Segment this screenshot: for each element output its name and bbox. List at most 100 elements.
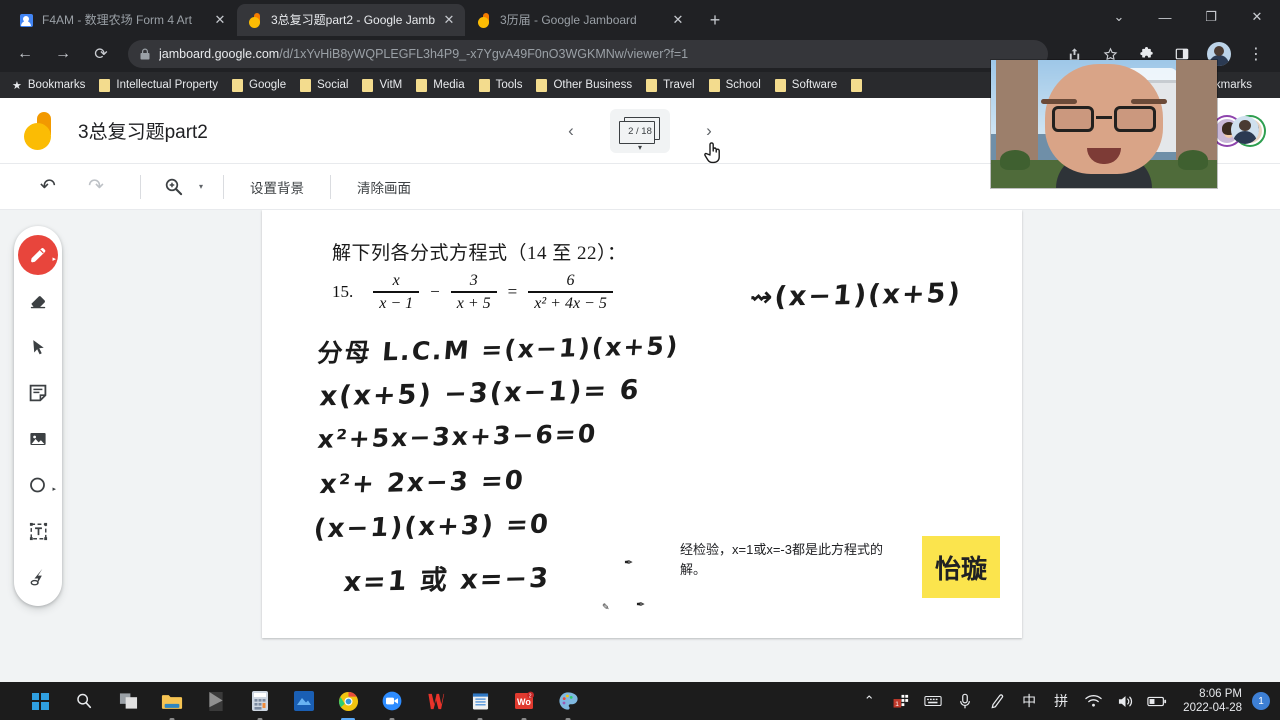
previous-frame-button[interactable]: ‹ xyxy=(554,114,588,148)
bookmark-label: VitM xyxy=(379,79,403,91)
notepad-app-icon[interactable] xyxy=(465,686,495,720)
task-view-icon[interactable] xyxy=(113,686,143,716)
text-box-tool[interactable] xyxy=(18,511,58,551)
denominator: x² + 4x − 5 xyxy=(534,294,607,312)
zoom-icon[interactable] xyxy=(155,169,191,205)
tab-strip: F4AM - 数理农场 Form 4 Art ✕ 3总复习题part2 - Go… xyxy=(0,0,1280,36)
ime-mode-indicator[interactable]: 中 xyxy=(1016,688,1042,714)
folder-icon xyxy=(708,78,720,92)
tab-title: 3历届 - Google Jamboard xyxy=(500,13,637,27)
battery-icon[interactable] xyxy=(1144,688,1170,714)
eraser-tool[interactable] xyxy=(18,281,58,321)
reload-icon[interactable]: ⟳ xyxy=(86,39,116,69)
clock-date: 2022-04-28 xyxy=(1183,702,1242,714)
svg-text:1: 1 xyxy=(895,700,899,707)
redo-button[interactable]: ↷ xyxy=(78,169,114,205)
bookmark-item-google[interactable]: Google xyxy=(232,78,286,92)
bookmark-item-other-business[interactable]: Other Business xyxy=(536,78,632,92)
chevron-down-icon[interactable]: ▾ xyxy=(638,144,642,152)
volume-icon[interactable] xyxy=(1112,688,1138,714)
tray-chevron-icon[interactable]: ⌃ xyxy=(856,688,882,714)
browser-tab-0[interactable]: F4AM - 数理农场 Form 4 Art ✕ xyxy=(8,4,236,36)
clock[interactable]: 8:06 PM 2022-04-28 xyxy=(1183,687,1242,715)
select-tool[interactable] xyxy=(18,327,58,367)
bookmark-item-extra[interactable] xyxy=(851,78,868,92)
answer-textbox[interactable]: 经检验，x=1或x=-3都是此方程式的解。 xyxy=(680,540,892,580)
chevron-right-icon[interactable]: ▸ xyxy=(52,255,56,263)
tab-close-button[interactable]: ✕ xyxy=(670,12,686,28)
wifi-icon[interactable] xyxy=(1080,688,1106,714)
microphone-icon[interactable] xyxy=(952,688,978,714)
search-icon[interactable] xyxy=(69,686,99,716)
ime-pinyin-indicator[interactable]: 拼 xyxy=(1048,688,1074,714)
jam-title[interactable]: 3总复习题part2 xyxy=(78,117,208,144)
sticky-note[interactable]: 怡璇 xyxy=(922,536,1000,598)
chrome-icon[interactable] xyxy=(333,686,363,720)
tab-search-icon[interactable]: ⌄ xyxy=(1096,0,1142,34)
laser-tool[interactable] xyxy=(18,557,58,597)
video-call-overlay[interactable] xyxy=(991,60,1217,188)
bookmark-item-tools[interactable]: Tools xyxy=(478,78,522,92)
handwriting-line-0: ⇝(x−1)(x+5) xyxy=(748,277,964,314)
bookmark-item-bookmarks[interactable]: ★ Bookmarks xyxy=(12,79,85,92)
clear-frame-button[interactable]: 清除画面 xyxy=(345,171,423,203)
folder-icon xyxy=(416,78,428,92)
minimize-button[interactable]: — xyxy=(1142,0,1188,34)
fraction-term-2: 3 x + 5 xyxy=(450,272,497,313)
tab-close-button[interactable]: ✕ xyxy=(212,12,228,28)
jam-frame[interactable]: 解下列各分式方程式（14 至 22）： 15. x x − 1 − 3 x + … xyxy=(262,210,1022,638)
tab-close-button[interactable]: ✕ xyxy=(441,12,457,28)
next-frame-button[interactable]: › xyxy=(692,114,726,148)
image-tool[interactable] xyxy=(18,419,58,459)
undo-button[interactable]: ↶ xyxy=(30,169,66,205)
new-tab-button[interactable]: + xyxy=(701,6,729,34)
lock-icon xyxy=(140,48,150,60)
maximize-button[interactable]: ❐ xyxy=(1188,0,1234,34)
tab-title: 3总复习题part2 - Google Jamboa xyxy=(271,13,435,27)
bookmark-item-intellectual-property[interactable]: Intellectual Property xyxy=(99,78,218,92)
shape-tool[interactable]: ▸ xyxy=(18,465,58,505)
browser-tab-2[interactable]: 3历届 - Google Jamboard ✕ xyxy=(466,4,694,36)
jamboard-icon xyxy=(247,12,263,28)
svg-text:2: 2 xyxy=(529,693,532,699)
action-center-badge[interactable]: 1 xyxy=(1252,692,1270,710)
frame-indicator[interactable]: 2 / 18 ▾ xyxy=(610,109,670,153)
folder-icon xyxy=(646,78,658,92)
word-app-icon[interactable]: Wo 2 xyxy=(509,686,539,720)
bookmark-item-software[interactable]: Software xyxy=(774,78,837,92)
sticky-note-tool[interactable] xyxy=(18,373,58,413)
app-icon-dark[interactable] xyxy=(201,686,231,716)
keyboard-icon[interactable] xyxy=(920,688,946,714)
calculator-icon[interactable] xyxy=(245,686,275,720)
bookmark-item-vitm[interactable]: VitM xyxy=(362,78,403,92)
bookmark-item-school[interactable]: School xyxy=(708,78,761,92)
close-window-button[interactable]: ✕ xyxy=(1234,0,1280,34)
address-bar[interactable]: jamboard.google.com/d/1xYvHiB8yWQPLEGFL3… xyxy=(128,40,1048,68)
folder-icon xyxy=(300,78,312,92)
secondary-participant-avatar[interactable] xyxy=(1231,116,1259,144)
clock-time: 8:06 PM xyxy=(1199,688,1242,700)
file-explorer-icon[interactable] xyxy=(157,686,187,720)
set-background-button[interactable]: 设置背景 xyxy=(238,171,316,203)
back-icon[interactable]: ← xyxy=(10,39,40,69)
zoom-app-icon[interactable] xyxy=(377,686,407,720)
pen-icon[interactable] xyxy=(984,688,1010,714)
forward-icon[interactable]: → xyxy=(48,39,78,69)
bookmark-item-media[interactable]: Media xyxy=(416,78,465,92)
bookmark-item-travel[interactable]: Travel xyxy=(646,78,695,92)
handwriting-line-5: (x−1)(x+3) =0 xyxy=(312,509,552,545)
browser-menu-icon[interactable]: ⋮ xyxy=(1241,39,1271,69)
operator-equals: = xyxy=(507,282,518,302)
bookmark-item-social[interactable]: Social xyxy=(300,78,348,92)
start-button[interactable] xyxy=(25,686,55,716)
browser-tab-1[interactable]: 3总复习题part2 - Google Jamboa ✕ xyxy=(237,4,465,36)
onedrive-app-icon[interactable] xyxy=(289,686,319,716)
tool-rail: ▸ ▸ xyxy=(14,226,62,606)
zoom-caret-icon[interactable]: ▾ xyxy=(199,182,203,191)
url-path: /d/1xYvHiB8yWQPLEGFL3h4P9_-x7YgvA49F0nO3… xyxy=(279,47,689,61)
pen-tool[interactable]: ▸ xyxy=(18,235,58,275)
wps-app-icon[interactable] xyxy=(421,686,451,716)
paint-app-icon[interactable] xyxy=(553,686,583,720)
notification-icon[interactable]: 1 xyxy=(888,688,914,714)
chevron-right-icon[interactable]: ▸ xyxy=(52,485,56,493)
